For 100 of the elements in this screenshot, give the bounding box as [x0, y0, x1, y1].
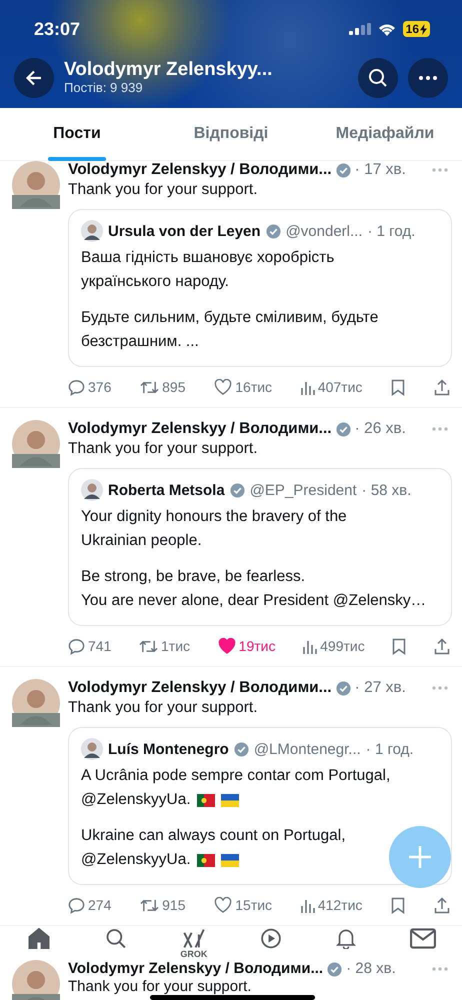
repost-button[interactable]: 915: [140, 896, 186, 914]
quoted-post-card[interactable]: Luís Montenegro @LMontenegr... · 1 год. A Ucrânia pode sempre contar com Portugal, @ZelenskyyUa. Ukraine can always count on Portugal, @ZelenskyyUa.: [68, 727, 452, 885]
quoted-text-line: Будьте сильним, будьте сміливим, будьте: [81, 308, 378, 328]
verified-badge-icon: [234, 742, 249, 756]
quoted-handle: @LMontenegr...: [254, 740, 361, 758]
signal-icon: [348, 23, 371, 35]
bookmark-icon[interactable]: [391, 896, 406, 914]
post-time: · 27 хв.: [354, 679, 406, 697]
author-name[interactable]: Volodymyr Zelenskyy / Володими...: [68, 420, 332, 438]
share-icon[interactable]: [434, 896, 450, 914]
profile-tab[interactable]: Відповіді: [154, 108, 308, 160]
search-button[interactable]: [358, 58, 398, 98]
quoted-time: · 1 год.: [368, 222, 416, 240]
bell-icon[interactable]: [334, 928, 358, 949]
author-name[interactable]: Volodymyr Zelenskyy / Володими...: [68, 960, 324, 978]
more-button[interactable]: [408, 58, 448, 98]
verified-badge-icon: [336, 162, 351, 178]
avatar: [81, 479, 103, 501]
status-time: 23:07: [34, 18, 80, 40]
quoted-text-line: українського народу.: [81, 272, 229, 292]
reply-icon: [68, 378, 85, 396]
post-text: Thank you for your support.: [68, 440, 259, 458]
quoted-handle: @vonderl...: [286, 222, 362, 240]
views-button[interactable]: 499тис: [303, 638, 365, 654]
bar-chart-icon: [300, 380, 315, 394]
avatar[interactable]: [12, 161, 60, 209]
bookmark-icon[interactable]: [391, 378, 406, 396]
share-icon[interactable]: [434, 638, 450, 654]
repost-button[interactable]: 1тис: [139, 638, 190, 654]
reply-icon: [68, 896, 85, 914]
more-icon: [419, 76, 437, 80]
quoted-text-line: безстрашним. ...: [81, 332, 199, 352]
battery-level: 16: [406, 22, 419, 36]
plus-icon: [408, 845, 432, 869]
views-button[interactable]: 407тис: [300, 379, 362, 395]
mail-icon[interactable]: [408, 928, 437, 949]
bookmark-icon[interactable]: [392, 638, 406, 654]
bar-chart-icon: [303, 638, 318, 654]
flag-icon: [220, 854, 239, 866]
quoted-author-name: Luís Montenegro: [108, 740, 229, 758]
grok-label: GROK: [180, 949, 208, 959]
quoted-text-line: Ukraine can always count on Portugal,: [81, 826, 346, 846]
share-icon[interactable]: [434, 378, 450, 396]
post-text: Thank you for your support.: [68, 181, 259, 199]
search-icon: [368, 68, 388, 88]
quoted-text-line: Your dignity honours the bravery of the: [81, 507, 347, 527]
like-button[interactable]: 19тис: [218, 638, 276, 654]
repost-button[interactable]: 895: [140, 378, 186, 396]
reply-button[interactable]: 274: [68, 896, 112, 914]
reply-button[interactable]: 741: [68, 638, 112, 654]
quoted-text-line: You are never alone, dear President @Zelensky…: [81, 591, 426, 611]
profile-tab[interactable]: Пости: [0, 108, 154, 160]
profile-tab[interactable]: Медіафайли: [308, 108, 462, 160]
views-button[interactable]: 412тис: [300, 897, 362, 913]
avatar: [81, 220, 103, 242]
heart-icon: [214, 379, 232, 395]
avatar[interactable]: [12, 679, 60, 727]
avatar[interactable]: [12, 420, 60, 468]
author-name[interactable]: Volodymyr Zelenskyy / Володими...: [68, 679, 332, 697]
avatar: [81, 738, 103, 760]
like-button[interactable]: 15тис: [214, 897, 272, 913]
post-time: · 28 хв.: [346, 960, 396, 978]
heart-icon: [218, 638, 236, 654]
profile-name: Volodymyr Zelenskyy...: [64, 60, 274, 82]
quoted-text-line: Ukrainian people.: [81, 531, 202, 551]
verified-badge-icon: [230, 482, 245, 498]
quoted-author-name: Roberta Metsola: [108, 482, 225, 498]
post-time: · 17 хв.: [354, 161, 406, 179]
quoted-post-card[interactable]: Ursula von der Leyen @vonderl... · 1 год. Ваша гідність вшановує хоробрість українського народу. Будьте сильним, будьте сміливим, будьте безстрашним. ...: [68, 209, 452, 367]
like-button[interactable]: 16тис: [214, 379, 272, 395]
back-arrow-icon: [24, 68, 44, 88]
quoted-time: · 58 хв.: [362, 482, 412, 498]
quoted-text-line: @ZelenskyyUa.: [81, 850, 191, 870]
quoted-text-line: @ZelenskyyUa.: [81, 790, 191, 810]
bolt-icon: [420, 24, 427, 34]
post-text: Thank you for your support.: [68, 699, 259, 717]
heart-icon: [214, 897, 232, 913]
quoted-time: · 1 год.: [366, 740, 414, 758]
flag-icon: [196, 794, 215, 806]
quoted-text-line: Be strong, be brave, be fearless.: [81, 567, 306, 587]
avatar[interactable]: [12, 960, 60, 1000]
back-button[interactable]: [14, 58, 54, 98]
flag-icon: [220, 794, 239, 806]
quoted-text-line: A Ucrânia pode sempre contar com Portugal,: [81, 766, 390, 786]
quoted-text-line: Ваша гідність вшановує хоробрість: [81, 248, 334, 268]
flag-icon: [196, 854, 215, 866]
verified-badge-icon: [327, 962, 342, 976]
quoted-author-name: Ursula von der Leyen: [108, 222, 261, 240]
reply-button[interactable]: 376: [68, 378, 112, 396]
wifi-icon: [378, 22, 396, 36]
post-count: Постів: 9 939: [64, 81, 144, 96]
bar-chart-icon: [300, 898, 315, 912]
post-text: Thank you for your support.: [68, 978, 252, 996]
verified-badge-icon: [266, 224, 281, 238]
quoted-handle: @EP_President: [250, 482, 357, 498]
author-name[interactable]: Volodymyr Zelenskyy / Володими...: [68, 161, 332, 179]
verified-badge-icon: [336, 422, 351, 436]
quoted-post-card[interactable]: Roberta Metsola @EP_President · 58 хв. Your dignity honours the bravery of the Ukrainian people. Be strong, be brave, be fearless. You are never alone, dear President @Zelensky…: [68, 468, 452, 626]
reply-icon: [68, 638, 85, 654]
post-time: · 26 хв.: [354, 420, 406, 438]
